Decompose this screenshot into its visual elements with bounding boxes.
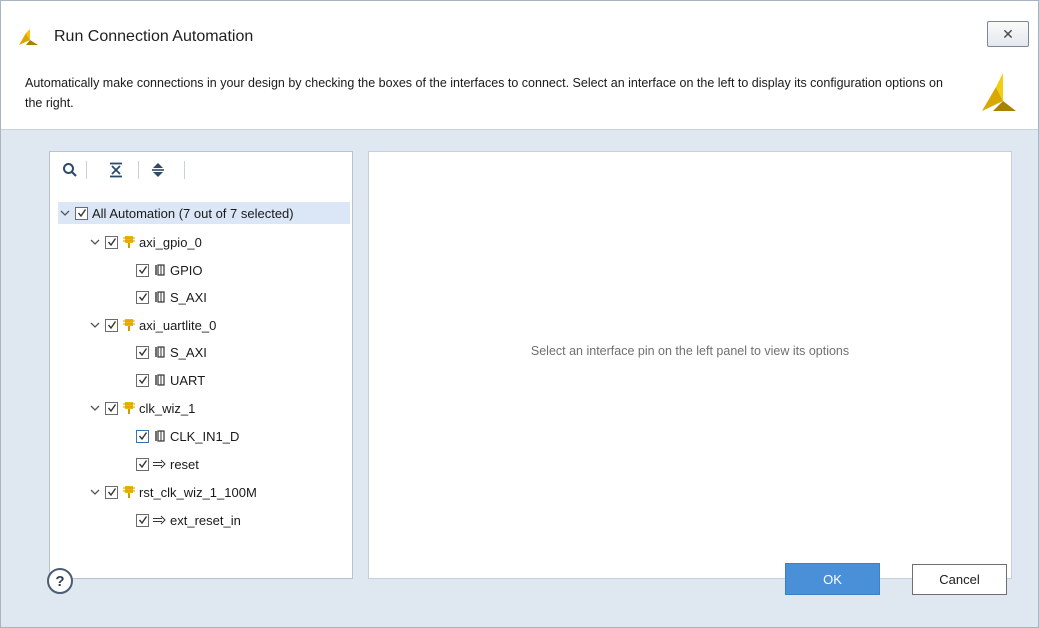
chevron-down-icon[interactable] xyxy=(88,318,102,332)
chevron-down-icon[interactable] xyxy=(88,401,102,415)
tree-leaf-label: ext_reset_in xyxy=(170,512,241,528)
checkmark-icon xyxy=(138,432,147,441)
chevron-down-icon[interactable] xyxy=(88,235,102,249)
bus-interface-icon xyxy=(153,373,167,387)
tree-node-checkbox[interactable] xyxy=(105,318,118,332)
checkmark-icon xyxy=(138,460,147,469)
tree-node-axi-gpio-0[interactable]: axi_gpio_0 xyxy=(88,231,202,253)
expand-all-button[interactable] xyxy=(148,160,168,180)
tree-node-checkbox[interactable] xyxy=(105,485,118,499)
tree-leaf-label: S_AXI xyxy=(170,344,207,360)
checkmark-icon xyxy=(138,266,147,275)
checkmark-icon xyxy=(138,376,147,385)
close-button[interactable]: ✕ xyxy=(987,21,1029,47)
tree-node-label: clk_wiz_1 xyxy=(139,400,196,416)
vivado-brand-logo-icon xyxy=(982,73,1016,111)
run-connection-automation-dialog: Run Connection Automation ✕ Automaticall… xyxy=(0,0,1039,628)
tree-leaf-checkbox[interactable] xyxy=(136,429,149,443)
tree-leaf-clk-in1-d[interactable]: CLK_IN1_D xyxy=(136,425,239,447)
chevron-down-icon[interactable] xyxy=(88,485,102,499)
tree-leaf-reset[interactable]: reset xyxy=(136,453,199,475)
collapse-all-icon xyxy=(110,162,122,178)
help-button[interactable]: ? xyxy=(47,568,73,594)
ip-block-icon xyxy=(122,235,136,249)
checkmark-icon xyxy=(138,293,147,302)
tree-root-all-automation[interactable]: All Automation (7 out of 7 selected) xyxy=(58,202,350,224)
chevron-down-icon[interactable] xyxy=(58,206,72,220)
tree-leaf-ext-reset-in[interactable]: ext_reset_in xyxy=(136,509,241,531)
tree-leaf-uart[interactable]: UART xyxy=(136,369,205,391)
description-area: Automatically make connections in your d… xyxy=(1,57,1038,130)
tree-leaf-gpio[interactable]: GPIO xyxy=(136,259,203,281)
title-bar: Run Connection Automation ✕ xyxy=(1,1,1038,57)
tree-root-checkbox[interactable] xyxy=(75,206,88,220)
tree-leaf-s-axi[interactable]: S_AXI xyxy=(136,341,207,363)
close-icon: ✕ xyxy=(1002,25,1014,42)
tree-leaf-checkbox[interactable] xyxy=(136,290,149,304)
checkmark-icon xyxy=(107,238,116,247)
ok-button[interactable]: OK xyxy=(785,563,880,595)
bus-interface-icon xyxy=(153,290,167,304)
checkmark-icon xyxy=(107,404,116,413)
tree-root-label: All Automation (7 out of 7 selected) xyxy=(92,205,294,221)
window-title: Run Connection Automation xyxy=(54,28,254,45)
checkmark-icon xyxy=(107,488,116,497)
cancel-button[interactable]: Cancel xyxy=(912,564,1007,595)
checkmark-icon xyxy=(138,516,147,525)
ip-block-icon xyxy=(122,401,136,415)
tree-node-label: axi_gpio_0 xyxy=(139,234,202,250)
tree-node-checkbox[interactable] xyxy=(105,235,118,249)
ip-block-icon xyxy=(122,318,136,332)
tree-leaf-checkbox[interactable] xyxy=(136,263,149,277)
vivado-logo-icon xyxy=(19,29,38,45)
tree-node-label: axi_uartlite_0 xyxy=(139,317,217,333)
port-arrow-icon xyxy=(153,457,167,471)
tree-leaf-checkbox[interactable] xyxy=(136,345,149,359)
bus-interface-icon xyxy=(153,429,167,443)
bus-interface-icon xyxy=(153,263,167,277)
checkmark-icon xyxy=(107,321,116,330)
tree-node-checkbox[interactable] xyxy=(105,401,118,415)
tree-leaf-label: S_AXI xyxy=(170,289,207,305)
tree-leaf-label: GPIO xyxy=(170,262,203,278)
description-text: Automatically make connections in your d… xyxy=(25,76,943,110)
ip-block-icon xyxy=(122,485,136,499)
tree-node-rst-clk-wiz-1-100m[interactable]: rst_clk_wiz_1_100M xyxy=(88,481,257,503)
tree-leaf-checkbox[interactable] xyxy=(136,457,149,471)
bus-interface-icon xyxy=(153,345,167,359)
automation-tree-panel: All Automation (7 out of 7 selected) axi… xyxy=(49,151,353,579)
tree-leaf-checkbox[interactable] xyxy=(136,373,149,387)
search-button[interactable] xyxy=(60,160,80,180)
tree-leaf-checkbox[interactable] xyxy=(136,513,149,527)
tree-leaf-label: reset xyxy=(170,456,199,472)
tree-node-axi-uartlite-0[interactable]: axi_uartlite_0 xyxy=(88,314,216,336)
checkmark-icon xyxy=(77,209,86,218)
collapse-all-button[interactable] xyxy=(106,160,126,180)
options-panel: Select an interface pin on the left pane… xyxy=(368,151,1012,579)
expand-all-icon xyxy=(152,163,164,177)
checkmark-icon xyxy=(138,348,147,357)
tree-leaf-label: UART xyxy=(170,372,206,388)
options-hint-text: Select an interface pin on the left pane… xyxy=(530,344,850,358)
tree-node-clk-wiz-1[interactable]: clk_wiz_1 xyxy=(88,397,195,419)
help-icon: ? xyxy=(55,572,65,590)
tree-leaf-label: CLK_IN1_D xyxy=(170,428,240,444)
tree-toolbar xyxy=(50,152,352,188)
search-icon xyxy=(63,163,77,177)
tree-node-label: rst_clk_wiz_1_100M xyxy=(139,484,257,500)
port-arrow-icon xyxy=(153,513,167,527)
tree-leaf-s-axi[interactable]: S_AXI xyxy=(136,286,207,308)
